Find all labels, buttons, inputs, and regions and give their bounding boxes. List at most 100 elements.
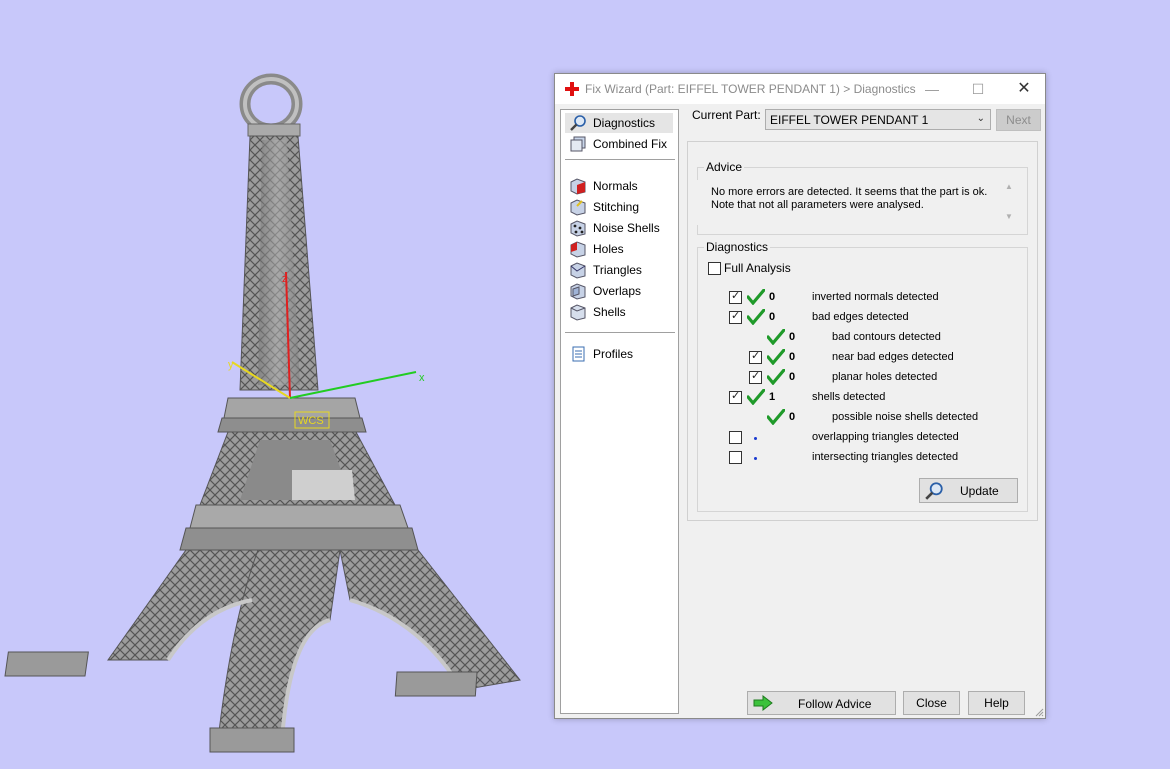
full-analysis-checkbox[interactable] — [708, 262, 721, 275]
title-bar[interactable]: Fix Wizard (Part: EIFFEL TOWER PENDANT 1… — [555, 74, 1045, 104]
diagnostic-count: 0 — [769, 291, 776, 303]
current-part-select[interactable]: EIFFEL TOWER PENDANT 1 ⌄ — [765, 109, 991, 130]
nav-separator — [565, 332, 675, 333]
nav-item-holes[interactable]: Holes — [565, 239, 673, 259]
window-title: Fix Wizard (Part: EIFFEL TOWER PENDANT 1… — [585, 82, 916, 96]
diagnostic-label: intersecting triangles detected — [812, 451, 959, 463]
full-analysis-label: Full Analysis — [724, 261, 791, 275]
magnifier-icon — [925, 482, 943, 500]
scroll-up-icon[interactable]: ▲ — [1005, 182, 1013, 191]
diagnostic-label: near bad edges detected — [832, 351, 954, 363]
diagnostic-count: 0 — [789, 411, 796, 423]
checkmark-icon — [747, 289, 765, 305]
diagnostic-count: 0 — [789, 351, 796, 363]
minimize-button[interactable]: — — [909, 74, 955, 104]
eiffel-tower-model — [4, 73, 521, 753]
diagnostic-count: 0 — [769, 311, 776, 323]
axis-x-label: x — [419, 372, 425, 384]
diagnostic-label: possible noise shells detected — [832, 411, 979, 423]
update-label: Update — [960, 484, 999, 498]
scroll-down-icon[interactable]: ▼ — [1005, 212, 1013, 221]
nav-item-diagnostics[interactable]: Diagnostics — [565, 113, 673, 133]
nav-item-normals[interactable]: Normals — [565, 176, 673, 196]
checkmark-icon — [767, 329, 785, 345]
nav-label: Normals — [593, 179, 638, 193]
nav-item-combined-fix[interactable]: Combined Fix — [565, 134, 673, 154]
green-arrow-icon — [753, 695, 773, 711]
nav-label: Diagnostics — [593, 116, 656, 130]
current-part-label: Current Part: — [692, 108, 761, 122]
magnifier-icon — [570, 115, 586, 131]
triangles-icon — [570, 262, 586, 279]
fix-wizard-dialog: Fix Wizard (Part: EIFFEL TOWER PENDANT 1… — [554, 73, 1046, 719]
nav-label: Stitching — [593, 200, 640, 214]
nav-item-triangles[interactable]: Triangles — [565, 260, 673, 280]
shells-icon — [570, 304, 586, 321]
nav-separator — [565, 159, 675, 160]
diagnostic-label: shells detected — [812, 391, 886, 403]
diagnostic-label: inverted normals detected — [812, 291, 939, 303]
maximize-button[interactable]: ☐ — [955, 74, 1001, 104]
advice-textbox[interactable]: No more errors are detected. It seems th… — [697, 180, 987, 225]
diagnostics-title: Diagnostics — [704, 240, 771, 254]
diagnostic-label: overlapping triangles detected — [812, 431, 959, 443]
combined-fix-icon — [570, 136, 586, 152]
checkmark-icon — [767, 369, 785, 385]
nav-label: Combined Fix — [593, 137, 668, 151]
help-button[interactable]: Help — [968, 691, 1025, 715]
current-part-value: EIFFEL TOWER PENDANT 1 — [770, 113, 929, 127]
checkmark-icon — [747, 389, 765, 405]
follow-advice-label: Follow Advice — [798, 697, 872, 711]
wcs-label: WCS — [298, 415, 324, 427]
nav-item-shells[interactable]: Shells — [565, 302, 673, 322]
overlaps-icon — [570, 283, 586, 300]
normals-icon — [570, 178, 586, 195]
shells-checkbox[interactable]: ✓ — [729, 390, 742, 404]
intersecting-triangles-checkbox[interactable] — [729, 451, 742, 464]
bad-edges-checkbox[interactable]: ✓ — [729, 310, 742, 324]
nav-label: Profiles — [593, 347, 634, 361]
nav-item-noise-shells[interactable]: Noise Shells — [565, 218, 673, 238]
axis-z-label: z — [282, 273, 288, 285]
red-cross-icon — [565, 82, 579, 96]
resize-grip-icon[interactable] — [1034, 707, 1044, 717]
follow-advice-button[interactable]: Follow Advice — [747, 691, 896, 715]
nav-label: Shells — [593, 305, 626, 319]
stitching-icon — [570, 199, 586, 216]
diagnostic-label: planar holes detected — [832, 371, 938, 383]
fix-step-list: Diagnostics Combined Fix Normals Stitchi… — [560, 109, 679, 714]
close-button[interactable]: Close — [903, 691, 960, 715]
diagnostic-label: bad edges detected — [812, 311, 909, 323]
near-bad-edges-checkbox[interactable]: ✓ — [749, 350, 762, 364]
diagnostic-label: bad contours detected — [832, 331, 941, 343]
advice-title: Advice — [704, 160, 745, 174]
checkmark-icon — [767, 409, 785, 425]
checkmark-icon — [747, 309, 765, 325]
next-button[interactable]: Next — [996, 109, 1041, 131]
update-button[interactable]: Update — [919, 478, 1018, 503]
3d-viewport[interactable]: z y x WCS — [0, 0, 550, 769]
axis-y-label: y — [228, 359, 234, 371]
diagnostic-count: 0 — [789, 371, 796, 383]
noise-shells-icon — [570, 220, 586, 237]
advice-scrollbar[interactable]: ▲ ▼ — [1001, 180, 1017, 225]
chevron-down-icon: ⌄ — [976, 113, 985, 124]
advice-line: No more errors are detected. It seems th… — [711, 186, 988, 198]
nav-label: Noise Shells — [593, 221, 660, 235]
nav-item-profiles[interactable]: Profiles — [565, 344, 673, 364]
inverted-normals-checkbox[interactable]: ✓ — [729, 290, 742, 304]
close-window-button[interactable]: ✕ — [1001, 74, 1047, 104]
advice-line: Note that not all parameters were analys… — [711, 199, 924, 211]
planar-holes-checkbox[interactable]: ✓ — [749, 370, 762, 384]
pending-dot-icon — [754, 457, 757, 460]
checkmark-icon — [767, 349, 785, 365]
nav-label: Triangles — [593, 263, 642, 277]
nav-item-overlaps[interactable]: Overlaps — [565, 281, 673, 301]
nav-item-stitching[interactable]: Stitching — [565, 197, 673, 217]
overlapping-triangles-checkbox[interactable] — [729, 431, 742, 444]
nav-label: Overlaps — [593, 284, 642, 298]
diagnostic-count: 1 — [769, 391, 776, 403]
holes-icon — [570, 241, 586, 258]
diagnostic-count: 0 — [789, 331, 796, 343]
pending-dot-icon — [754, 437, 757, 440]
